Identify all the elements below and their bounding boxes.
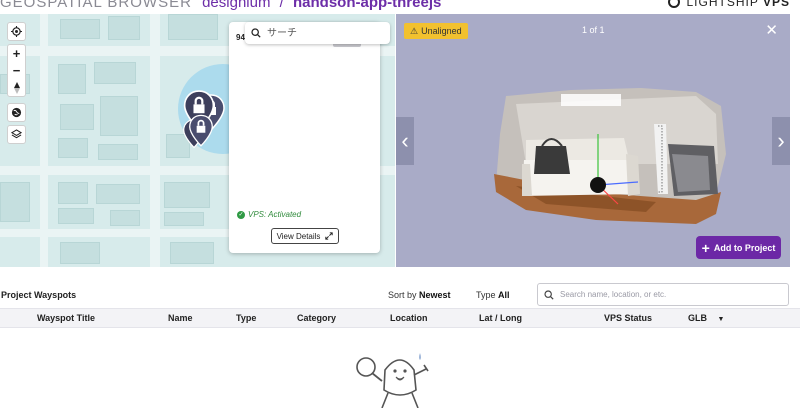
prev-arrow-button[interactable]: ‹ [396,117,414,165]
breadcrumb: GEOSPATIAL BROWSER designium / handson-a… [0,0,441,11]
mesh-scan-preview [494,88,726,224]
caret-down-icon: ▼ [717,316,725,323]
layers-control [7,125,26,144]
column-header-category[interactable]: Category [297,313,336,323]
wayspot-popup-card: 94 ✓ VPS: Activated View Details [229,22,380,253]
breadcrumb-project[interactable]: handson-app-threejs [293,0,441,11]
unaligned-badge: ⚠ Unaligned [404,23,468,39]
wayspot-search-input[interactable] [560,290,780,299]
globe-control [7,103,26,122]
wayspot-title-fragment: 94 [236,33,245,42]
check-circle-icon: ✓ [237,210,245,219]
type-label: Type [476,290,496,300]
popup-search-box [245,22,390,44]
locate-control [7,22,26,41]
map-road [0,229,230,237]
brand-suffix: VPS [762,0,790,9]
column-header-vps-status[interactable]: VPS Status [604,313,652,323]
item-counter: 1 of 1 [582,25,605,35]
vps-status-label: VPS: Activated [248,210,302,219]
map-building [168,14,218,40]
sort-label: Sort by [388,290,417,300]
zoom-out-icon[interactable]: − [7,62,26,79]
unaligned-label: Unaligned [421,26,462,36]
column-header-wayspot-title[interactable]: Wayspot Title [37,313,95,323]
column-header-name[interactable]: Name [168,313,193,323]
search-icon [544,289,554,300]
view-details-label: View Details [276,231,321,241]
popup-search-input[interactable] [267,27,377,39]
lightship-logo-icon [668,0,681,8]
sort-dropdown[interactable]: Sort by Newest [388,290,451,300]
brand-name: LIGHTSHIP [686,0,759,9]
map-building [110,210,140,226]
next-arrow-button[interactable]: › [772,117,790,165]
map-building [58,64,86,94]
zoom-controls: + − [7,44,26,97]
map-building [60,19,100,39]
map-building [60,104,94,130]
add-to-project-label: Add to Project [713,242,776,253]
table-header: Wayspot Title Name Type Category Locatio… [0,308,800,328]
compass-icon[interactable] [7,79,26,96]
column-header-glb[interactable]: GLB ▼ [688,313,724,323]
empty-state-mascot-icon [356,353,429,408]
breadcrumb-org-link[interactable]: designium [202,0,270,11]
map-building [58,208,94,224]
map-building [96,184,140,204]
section-title: Project Wayspots [1,290,77,300]
app-title: GEOSPATIAL BROWSER [0,0,192,11]
brand-logo: LIGHTSHIP VPS [668,0,790,9]
warning-icon: ⚠ [410,25,419,36]
layers-icon[interactable] [7,126,26,143]
wayspot-pin[interactable] [188,114,214,148]
top-bar: GEOSPATIAL BROWSER designium / handson-a… [0,0,800,14]
search-icon [251,28,261,38]
zoom-in-icon[interactable]: + [7,45,26,62]
vps-status: ✓ VPS: Activated [237,210,301,219]
map-building [98,144,138,160]
plus-icon: + [701,239,710,256]
map-building [58,182,88,204]
breadcrumb-separator: / [279,0,284,11]
map-building [164,212,204,226]
close-icon[interactable]: ✕ [765,21,778,39]
map-building [58,138,88,158]
glb-label: GLB [688,313,707,323]
column-header-lat-long[interactable]: Lat / Long [479,313,522,323]
globe-icon[interactable] [7,104,26,121]
view-details-button[interactable]: View Details [271,228,339,244]
type-value: All [498,290,510,300]
chevron-right-icon: › [777,128,785,153]
map-building [100,96,138,136]
wayspot-3d-viewer[interactable]: ⚠ Unaligned 1 of 1 ✕ ‹ › + Add to Projec… [396,14,790,267]
map-building [60,242,100,264]
map-building [108,16,140,40]
wayspot-search-box [537,283,789,306]
column-header-location[interactable]: Location [390,313,428,323]
expand-icon [325,232,334,240]
add-to-project-button[interactable]: + Add to Project [696,236,781,259]
type-filter-dropdown[interactable]: Type All [476,290,510,300]
map-building [170,242,214,264]
map-building [164,182,210,208]
sort-value: Newest [419,290,451,300]
map-building [0,182,30,222]
column-header-type[interactable]: Type [236,313,256,323]
locate-icon[interactable] [7,23,26,40]
map-building [94,62,136,84]
chevron-left-icon: ‹ [401,128,409,153]
